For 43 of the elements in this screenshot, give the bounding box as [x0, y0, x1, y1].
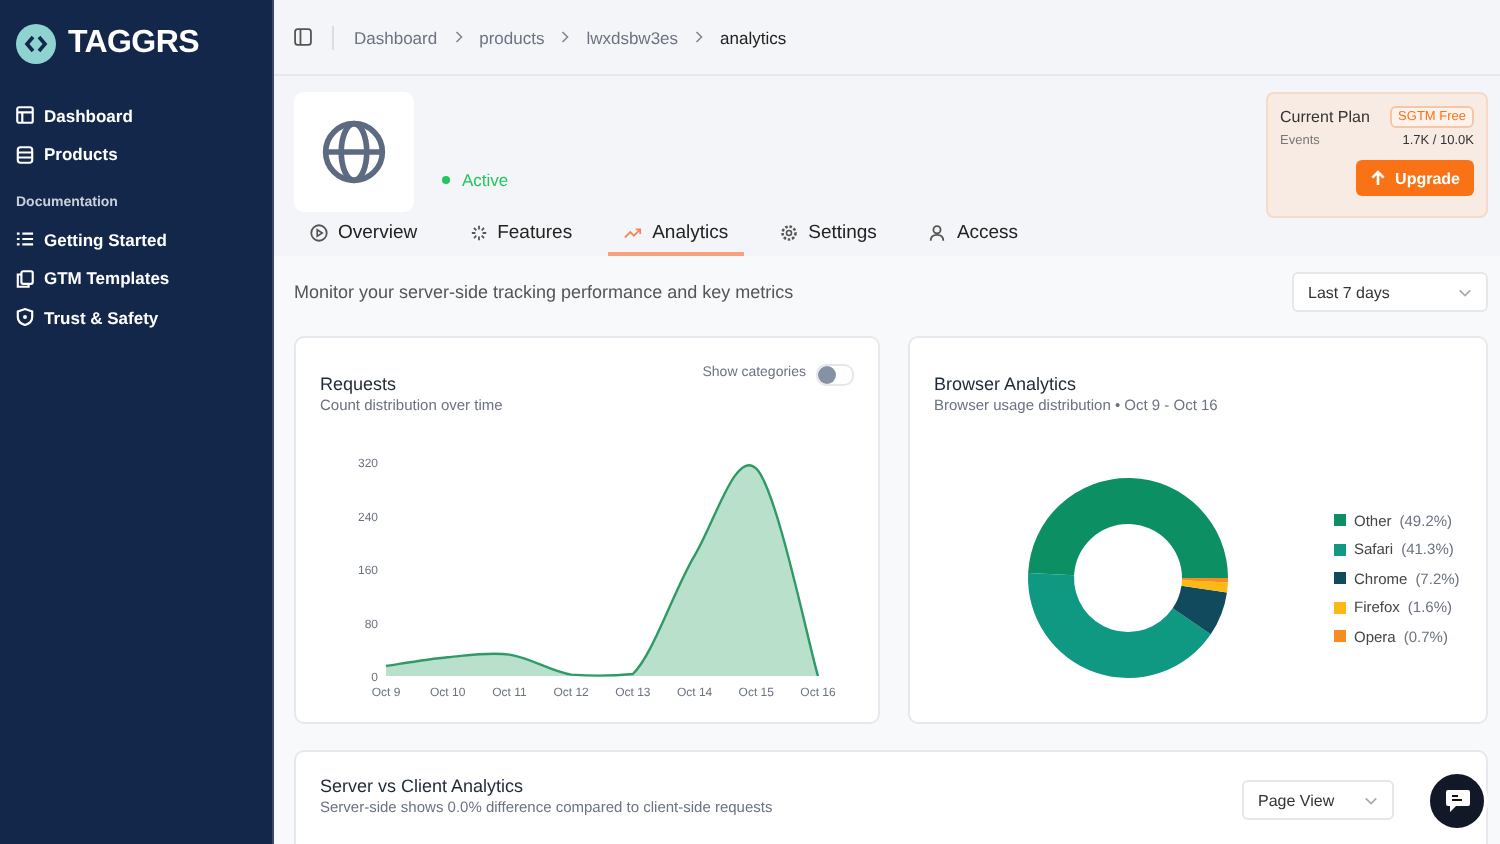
- card-title: Requests: [320, 374, 399, 394]
- card-title: Browser Analytics: [934, 374, 1079, 394]
- globe-icon: [320, 118, 388, 186]
- logo-icon: [16, 24, 56, 64]
- sidebar-item[interactable]: Dashboard: [16, 96, 256, 135]
- caret-icon: [1458, 287, 1472, 297]
- chevron-right-icon: [694, 30, 705, 44]
- user-icon: [928, 223, 947, 241]
- breadcrumb[interactable]: lwxdsbw3es: [586, 27, 679, 47]
- chevron-right-icon: [453, 30, 464, 44]
- tab[interactable]: Access: [912, 218, 1035, 256]
- breadcrumb: analytics: [720, 27, 787, 47]
- sparkle-icon: [469, 223, 488, 241]
- event-type-select[interactable]: Page View: [1242, 780, 1394, 820]
- chevron-right-icon: [560, 30, 571, 44]
- settings-icon: [780, 223, 799, 241]
- sidebar-item[interactable]: GTM Templates: [16, 259, 256, 298]
- sidebar-item[interactable]: Products: [16, 135, 256, 174]
- card-title: Server vs Client Analytics: [320, 776, 526, 796]
- sidebar-toggle-icon[interactable]: [294, 28, 312, 46]
- caret-icon: [1364, 795, 1378, 805]
- sidebar-item[interactable]: Getting Started: [16, 220, 256, 259]
- tab[interactable]: Overview: [294, 218, 434, 256]
- copy-icon: [16, 269, 34, 288]
- tab[interactable]: Features: [453, 218, 589, 256]
- list-icon: [16, 230, 34, 249]
- database-icon: [16, 145, 34, 164]
- sidebar-item[interactable]: Trust & Safety: [16, 298, 256, 337]
- breadcrumb[interactable]: products: [479, 27, 545, 47]
- play-circle-icon: [310, 223, 328, 241]
- tab[interactable]: Settings: [764, 218, 893, 256]
- toggle-switch[interactable]: [816, 364, 854, 386]
- trend-up-icon: [624, 223, 643, 241]
- intro-text: Monitor your server-side tracking performance and key metrics: [294, 282, 794, 302]
- layout-icon: [16, 106, 34, 125]
- chat-icon: [1443, 788, 1471, 814]
- brand-name: TAGGRS: [68, 26, 199, 62]
- shield-icon: [16, 308, 34, 327]
- date-range-select[interactable]: Last 7 days: [1292, 272, 1488, 312]
- breadcrumb[interactable]: Dashboard: [354, 27, 438, 47]
- status-label: Active: [442, 170, 509, 190]
- plan-title: Current Plan: [1280, 108, 1370, 126]
- arrow-up-icon: [1369, 170, 1386, 186]
